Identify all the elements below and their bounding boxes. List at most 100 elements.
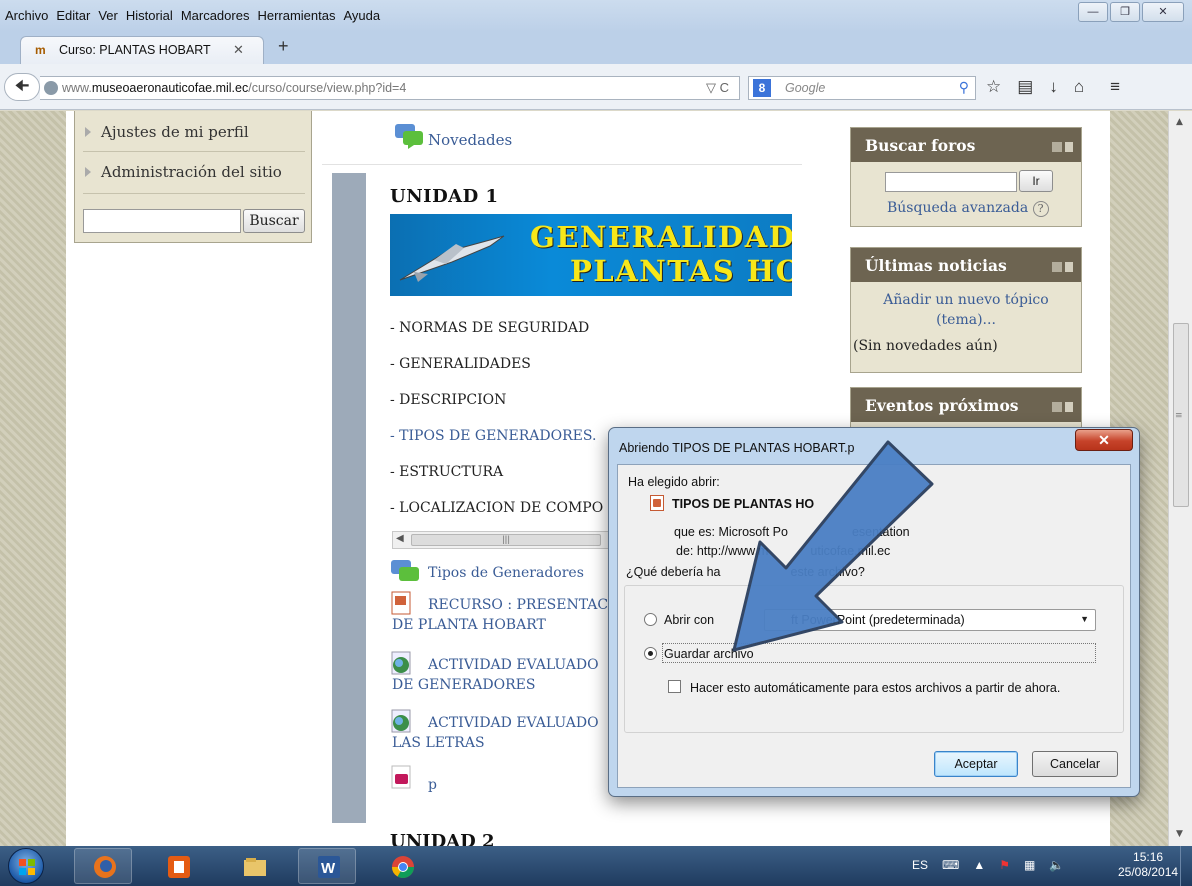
taskbar: W ES ⌨ ▲ ⚑ ▦ 🔈 15:16 25/08/2014 bbox=[0, 846, 1192, 886]
firefox-taskbar-icon[interactable] bbox=[74, 848, 132, 884]
show-desktop-button[interactable] bbox=[1180, 846, 1192, 886]
file-name: TIPOS DE PLANTAS HO bbox=[672, 497, 815, 511]
download-dialog: Abriendo TIPOS DE PLANTAS HOBART.p ✕ Ha … bbox=[608, 427, 1140, 797]
save-file-radio[interactable] bbox=[644, 647, 657, 660]
globe-icon bbox=[44, 81, 58, 95]
clock[interactable]: 15:16 25/08/2014 bbox=[1118, 850, 1178, 880]
tab-close-icon[interactable]: ✕ bbox=[233, 42, 244, 58]
foros-search-input[interactable] bbox=[885, 172, 1017, 192]
hamburger-menu-icon[interactable]: ≡ bbox=[1110, 77, 1120, 97]
novedades-link[interactable]: Novedades bbox=[428, 131, 512, 149]
media-player-taskbar-icon[interactable] bbox=[148, 848, 206, 884]
auto-checkbox[interactable] bbox=[668, 680, 681, 693]
minimize-icon[interactable]: — bbox=[1078, 2, 1108, 22]
menu-ayuda[interactable]: Ayuda bbox=[343, 8, 380, 23]
menu-herramientas[interactable]: Herramientas bbox=[257, 8, 335, 23]
help-icon[interactable]: ? bbox=[1032, 201, 1049, 217]
quiz-globe-icon bbox=[391, 709, 411, 733]
block-controls-icon[interactable] bbox=[1052, 402, 1073, 412]
action-center-flag-icon[interactable]: ⚑ bbox=[999, 858, 1010, 872]
open-with-label[interactable]: Abrir con bbox=[664, 613, 714, 627]
block-header: Buscar foros bbox=[851, 128, 1081, 162]
block-header: Eventos próximos bbox=[851, 388, 1081, 422]
file-source: de: http://www.m uticofae.mil.ec bbox=[676, 544, 891, 558]
busqueda-avanzada-link[interactable]: Búsqueda avanzada ? bbox=[887, 200, 1049, 217]
volume-icon[interactable]: 🔈 bbox=[1049, 858, 1064, 872]
open-with-select[interactable]: ft PowerPoint (predeterminada) ▼ bbox=[764, 609, 1096, 631]
scroll-grip-icon: ≡ bbox=[1175, 411, 1183, 421]
menu-archivo[interactable]: Archivo bbox=[5, 8, 48, 23]
reload-icon[interactable]: ▽ C bbox=[706, 80, 729, 96]
ir-button[interactable]: Ir bbox=[1019, 170, 1053, 192]
nav-administracion-sitio[interactable]: Administración del sitio bbox=[85, 163, 282, 181]
topic-descripcion: - DESCRIPCION bbox=[390, 392, 507, 408]
home-icon[interactable]: ⌂ bbox=[1074, 77, 1084, 97]
block-header: Últimas noticias bbox=[851, 248, 1081, 282]
jet-plane-icon bbox=[399, 235, 505, 282]
search-icon[interactable]: ⚲ bbox=[959, 79, 969, 96]
chose-label: Ha elegido abrir: bbox=[628, 475, 720, 489]
vertical-scrollbar[interactable]: ▲ ≡ ▼ bbox=[1168, 111, 1192, 846]
block-controls-icon[interactable] bbox=[1052, 142, 1073, 152]
search-bar[interactable]: 8 Google ⚲ bbox=[748, 76, 976, 100]
unit-2-title: UNIDAD 2 bbox=[390, 831, 495, 846]
buscar-foros-block: Buscar foros Ir Búsqueda avanzada ? bbox=[850, 127, 1082, 227]
media-file-icon bbox=[391, 765, 411, 789]
file-type: que es: Microsoft Po esentation bbox=[674, 525, 910, 539]
block-controls-icon[interactable] bbox=[1052, 262, 1073, 272]
new-tab-icon[interactable]: + bbox=[278, 36, 289, 57]
nav-ajustes-perfil[interactable]: Ajustes de mi perfil bbox=[85, 123, 249, 141]
close-window-icon[interactable]: ✕ bbox=[1142, 2, 1184, 22]
settings-search-input[interactable] bbox=[83, 209, 241, 233]
menu-historial[interactable]: Historial bbox=[126, 8, 173, 23]
question-label: ¿Qué debería ha este archivo? bbox=[626, 565, 865, 579]
horizontal-scrollbar[interactable]: ◀ ||| bbox=[392, 531, 612, 549]
buscar-button[interactable]: Buscar bbox=[243, 209, 305, 233]
network-icon[interactable]: ▦ bbox=[1024, 858, 1035, 872]
tray-expand-icon[interactable]: ▲ bbox=[973, 858, 985, 872]
language-indicator[interactable]: ES bbox=[912, 858, 928, 872]
topic-localizacion: - LOCALIZACION DE COMPO bbox=[390, 500, 604, 516]
add-topic-link[interactable]: Añadir un nuevo tópico (tema)... bbox=[851, 290, 1081, 330]
word-taskbar-icon[interactable]: W bbox=[298, 848, 356, 884]
tab-bar: m Curso: PLANTAS HOBART ✕ + bbox=[0, 32, 1192, 64]
system-tray: ES ⌨ ▲ ⚑ ▦ 🔈 bbox=[912, 858, 1064, 872]
menu-items: Archivo Editar Ver Historial Marcadores … bbox=[5, 8, 380, 23]
chrome-taskbar-icon[interactable] bbox=[372, 848, 430, 884]
start-icon[interactable] bbox=[8, 848, 44, 884]
auto-label[interactable]: Hacer esto automáticamente para estos ar… bbox=[690, 681, 1060, 695]
svg-text:W: W bbox=[321, 860, 336, 877]
back-icon[interactable]: 🠈 bbox=[4, 73, 40, 101]
scroll-up-icon[interactable]: ▲ bbox=[1176, 117, 1183, 127]
search-placeholder: Google bbox=[785, 81, 826, 95]
window-controls: — ❐ ✕ bbox=[1078, 2, 1184, 22]
powerpoint-file-icon bbox=[391, 591, 411, 615]
url-bar[interactable]: www.museoaeronauticofae.mil.ec/curso/cou… bbox=[40, 76, 740, 100]
menu-editar[interactable]: Editar bbox=[56, 8, 90, 23]
file-explorer-taskbar-icon[interactable] bbox=[224, 848, 282, 884]
cancel-button[interactable]: Cancelar bbox=[1032, 751, 1118, 777]
topic-generalidades: - GENERALIDADES bbox=[390, 356, 531, 372]
download-icon[interactable]: ↓ bbox=[1049, 77, 1058, 97]
bookmarks-list-icon[interactable]: ▤ bbox=[1017, 77, 1033, 97]
scroll-left-icon[interactable]: ◀ bbox=[396, 533, 404, 544]
scroll-thumb[interactable]: ||| bbox=[411, 534, 601, 546]
menu-ver[interactable]: Ver bbox=[98, 8, 118, 23]
google-engine-icon[interactable]: 8 bbox=[753, 79, 771, 97]
maximize-icon[interactable]: ❐ bbox=[1110, 2, 1140, 22]
save-file-label[interactable]: Guardar archivo bbox=[664, 647, 754, 661]
bookmark-star-icon[interactable]: ☆ bbox=[986, 77, 1001, 97]
tab-curso[interactable]: m Curso: PLANTAS HOBART ✕ bbox=[20, 36, 264, 64]
dialog-close-icon[interactable]: ✕ bbox=[1075, 429, 1133, 451]
chevron-down-icon: ▼ bbox=[1080, 614, 1089, 624]
banner-line-2: PLANTAS HOBA bbox=[570, 254, 792, 288]
divider bbox=[83, 193, 305, 194]
menu-marcadores[interactable]: Marcadores bbox=[181, 8, 250, 23]
topic-estructura: - ESTRUCTURA bbox=[390, 464, 504, 480]
quiz-globe-icon bbox=[391, 651, 411, 675]
keyboard-icon[interactable]: ⌨ bbox=[942, 858, 959, 872]
open-with-radio[interactable] bbox=[644, 613, 657, 626]
accept-button[interactable]: Aceptar bbox=[934, 751, 1018, 777]
topic-tipos-generadores[interactable]: - TIPOS DE GENERADORES. bbox=[390, 428, 596, 444]
scroll-down-icon[interactable]: ▼ bbox=[1176, 829, 1183, 839]
